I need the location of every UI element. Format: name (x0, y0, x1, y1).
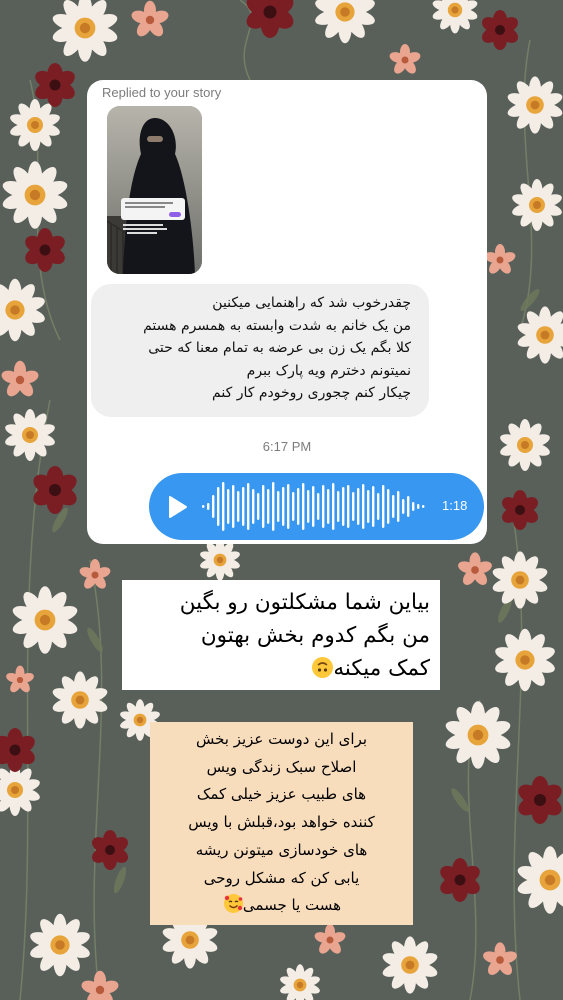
play-icon[interactable] (167, 495, 189, 519)
incoming-message-bubble[interactable]: چقدرخوب شد که راهنمایی میکنین من یک خانم… (91, 284, 429, 417)
caption-line-text: کمک میکنه (333, 656, 430, 681)
message-line: نمیتونم دخترم ویه پارک ببرم (246, 362, 411, 379)
story-thumbnail-image (107, 106, 202, 274)
upside-down-face-emoji-icon (312, 657, 334, 678)
smiling-face-with-hearts-emoji-icon (223, 894, 243, 914)
caption-line: هست یا جسمی (154, 892, 409, 920)
story-thumbnail[interactable] (107, 106, 202, 274)
message-line: چیکار کنم چجوری روخودم کار کنم (212, 385, 411, 401)
waveform-icon[interactable] (200, 479, 430, 534)
caption-line: بیاین شما مشکلتون رو بگین (179, 590, 430, 615)
caption-line: های خودسازی میتونن ریشه (195, 840, 368, 859)
replied-to-story-label: Replied to your story (102, 85, 222, 100)
caption-line-text: هست یا جسمی (242, 896, 342, 915)
caption-line: برای این دوست عزیز بخش (195, 730, 368, 748)
message-line: من یک خانم به شدت وابسته به همسرم هستم (143, 317, 411, 334)
story-caption-bottom: برای این دوست عزیز بخش اصلاح سبک زندگی و… (150, 722, 413, 925)
message-line: چقدرخوب شد که راهنمایی میکنین (212, 295, 411, 311)
message-line: کلا بگم یک زن بی عرضه به تمام معنا که حت… (148, 340, 411, 356)
dm-chat-card: Replied to your story چقدرخوب شد که راهن… (87, 80, 487, 544)
caption-line: من بگم کدوم بخش بهتون (200, 623, 430, 648)
voice-duration: 1:18 (442, 498, 468, 513)
caption-line: اصلاح سبک زندگی ویس (206, 757, 357, 776)
caption-line: های طبیب عزیز خیلی کمک (196, 785, 367, 804)
story-caption-top: بیاین شما مشکلتون رو بگین من بگم کدوم بخ… (122, 580, 440, 690)
caption-line: کننده خواهد بود،قبلش با ویس (188, 813, 375, 832)
voice-message-bubble[interactable]: 1:18 (149, 473, 484, 540)
message-timestamp: 6:17 PM (262, 439, 312, 454)
caption-line: کمک میکنه (180, 652, 430, 685)
caption-line: یابی کن که مشکل روحی (203, 868, 360, 887)
